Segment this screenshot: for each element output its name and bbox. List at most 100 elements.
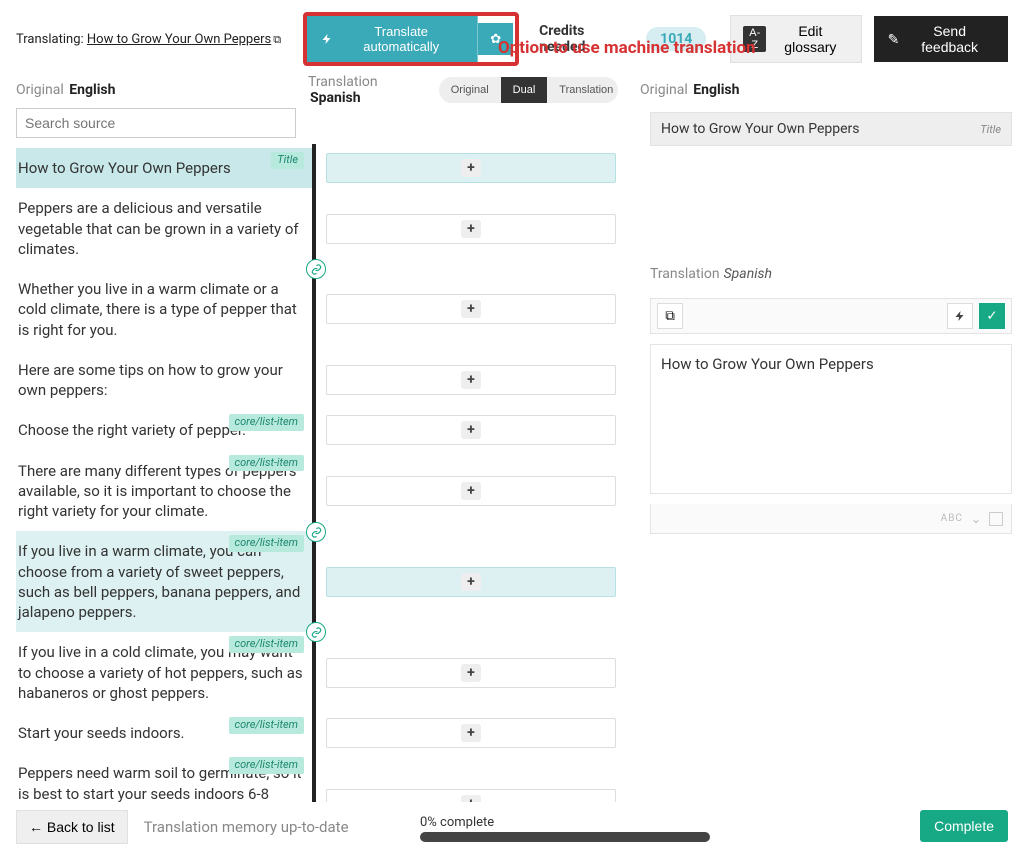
detail-original-lang: English — [693, 82, 739, 98]
detail-original-text-box: How to Grow Your Own Peppers Title — [650, 112, 1012, 146]
segment-type-badge: core/list-item — [229, 636, 304, 653]
segment-text: How to Grow Your Own Peppers — [18, 159, 231, 177]
segment-row[interactable]: There are many different types of pepper… — [16, 451, 628, 532]
segment-row[interactable]: Here are some tips on how to grow your o… — [16, 350, 628, 411]
translating-label: Translating: How to Grow Your Own Pepper… — [16, 32, 281, 47]
translate-automatically-button[interactable]: Translate automatically — [307, 16, 478, 62]
segment-translation-placeholder[interactable]: + — [326, 294, 616, 324]
segment-source: Here are some tips on how to grow your o… — [16, 350, 312, 411]
segment-source: Whether you live in a warm climate or a … — [16, 269, 312, 350]
translation-toolbar: ⧉ ✓ — [650, 298, 1012, 334]
segment-translation-placeholder[interactable]: + — [326, 476, 616, 506]
translation-column-label: Translation — [308, 74, 378, 90]
segment-translation-placeholder[interactable]: + — [326, 365, 616, 395]
pencil-icon: ✎ — [888, 31, 900, 48]
progress-bar — [420, 832, 710, 842]
segment-translation-placeholder[interactable]: + — [326, 567, 616, 597]
plus-icon: + — [461, 421, 481, 439]
search-input[interactable] — [16, 108, 296, 138]
plus-icon: + — [461, 159, 481, 177]
detail-original-label: Original — [640, 82, 688, 98]
screenshot-annotation: Option to use machine translation — [498, 38, 756, 58]
segment-translation-placeholder[interactable]: + — [326, 153, 616, 183]
segment-type-badge: core/list-item — [229, 717, 304, 734]
translation-memory-status: Translation memory up-to-date — [144, 818, 349, 836]
complete-button[interactable]: Complete — [920, 810, 1008, 842]
segment-translation-placeholder[interactable]: + — [326, 214, 616, 244]
segment-link-icon[interactable] — [306, 622, 326, 642]
segment-row[interactable]: Peppers are a delicious and versatile ve… — [16, 188, 628, 269]
segment-source: Start your seeds indoors. core/list-item — [16, 713, 312, 753]
detail-translation-header: Translation Spanish — [650, 266, 1012, 282]
view-mode-toggle: Original Dual Translation — [439, 77, 618, 103]
machine-translate-button[interactable] — [947, 303, 973, 329]
translation-language: Spanish — [310, 90, 361, 106]
column-headers: Original English Translation Spanish Ori… — [0, 78, 1024, 108]
segment-row[interactable]: If you live in a warm climate, you can c… — [16, 531, 628, 632]
document-title-link[interactable]: How to Grow Your Own Peppers — [87, 32, 271, 47]
segment-source: Choose the right variety of pepper.core/… — [16, 410, 312, 450]
view-mode-translation[interactable]: Translation — [547, 77, 618, 103]
segment-source: If you live in a cold climate, you may w… — [16, 632, 312, 713]
bottom-bar: ← Back to list Translation memory up-to-… — [0, 802, 1024, 852]
segment-source: How to Grow Your Own Peppers Title — [16, 148, 312, 188]
segment-type-badge: Title — [271, 152, 304, 169]
copy-icon: ⧉ — [665, 308, 675, 324]
plus-icon: + — [461, 371, 481, 389]
segment-translation-placeholder[interactable]: + — [326, 415, 616, 445]
spellcheck-icon[interactable]: ABC — [941, 513, 963, 524]
segment-text: Here are some tips on how to grow your o… — [18, 361, 283, 399]
bolt-icon — [321, 32, 333, 46]
expand-icon[interactable] — [989, 512, 1003, 526]
segment-source: If you live in a warm climate, you can c… — [16, 531, 312, 632]
segment-text: Whether you live in a warm climate or a … — [18, 280, 297, 339]
external-link-icon: ⧉ — [273, 33, 281, 46]
main-content: How to Grow Your Own Peppers Title + Pepper… — [0, 108, 1024, 820]
segment-link-icon[interactable] — [306, 522, 326, 542]
segment-row[interactable]: Start your seeds indoors. core/list-item + — [16, 713, 628, 753]
confirm-translation-button[interactable]: ✓ — [979, 303, 1005, 329]
segment-type-badge: core/list-item — [229, 414, 304, 431]
detail-panel: How to Grow Your Own Peppers Title Trans… — [628, 108, 1012, 820]
view-mode-dual[interactable]: Dual — [501, 77, 548, 103]
segment-type-badge: core/list-item — [229, 757, 304, 774]
segment-translation-placeholder[interactable]: + — [326, 658, 616, 688]
segment-text: Start your seeds indoors. — [18, 724, 185, 742]
column-divider — [312, 144, 316, 812]
segment-text: Peppers are a delicious and versatile ve… — [18, 199, 299, 258]
original-column-label: Original — [16, 82, 64, 98]
view-mode-original[interactable]: Original — [439, 77, 501, 103]
plus-icon: + — [461, 724, 481, 742]
segment-type-badge: core/list-item — [229, 535, 304, 552]
plus-icon: + — [461, 482, 481, 500]
segment-type-badge: core/list-item — [229, 455, 304, 472]
translation-footer: ABC ⌄ — [650, 504, 1012, 534]
check-icon: ✓ — [986, 308, 997, 324]
segment-list: How to Grow Your Own Peppers Title + Pepper… — [16, 148, 628, 816]
plus-icon: + — [461, 573, 481, 591]
progress-indicator: 0% complete — [420, 815, 710, 842]
plus-icon: + — [461, 300, 481, 318]
segment-row[interactable]: Whether you live in a warm climate or a … — [16, 269, 628, 350]
progress-label: 0% complete — [420, 815, 710, 830]
segment-row[interactable]: Choose the right variety of pepper.core/… — [16, 410, 628, 450]
plus-icon: + — [461, 664, 481, 682]
original-language: English — [69, 82, 115, 98]
segment-text: Choose the right variety of pepper. — [18, 421, 246, 439]
segment-source: Peppers are a delicious and versatile ve… — [16, 188, 312, 269]
translation-textarea[interactable]: How to Grow Your Own Peppers — [650, 344, 1012, 494]
segment-link-icon[interactable] — [306, 259, 326, 279]
translate-automatically-highlight: Translate automatically ✿ — [303, 12, 519, 66]
detail-original-text: How to Grow Your Own Peppers — [661, 121, 860, 137]
send-feedback-button[interactable]: ✎ Send feedback — [874, 16, 1008, 62]
plus-icon: + — [461, 220, 481, 238]
segment-translation-placeholder[interactable]: + — [326, 718, 616, 748]
segment-row[interactable]: How to Grow Your Own Peppers Title + — [16, 148, 628, 188]
chevron-down-icon[interactable]: ⌄ — [971, 512, 981, 526]
detail-original-meta: Title — [980, 123, 1001, 136]
segment-text: If you live in a warm climate, you can c… — [18, 542, 300, 621]
back-to-list-button[interactable]: ← Back to list — [16, 810, 128, 844]
segment-row[interactable]: If you live in a cold climate, you may w… — [16, 632, 628, 713]
copy-source-button[interactable]: ⧉ — [657, 303, 683, 329]
segment-source: There are many different types of pepper… — [16, 451, 312, 532]
